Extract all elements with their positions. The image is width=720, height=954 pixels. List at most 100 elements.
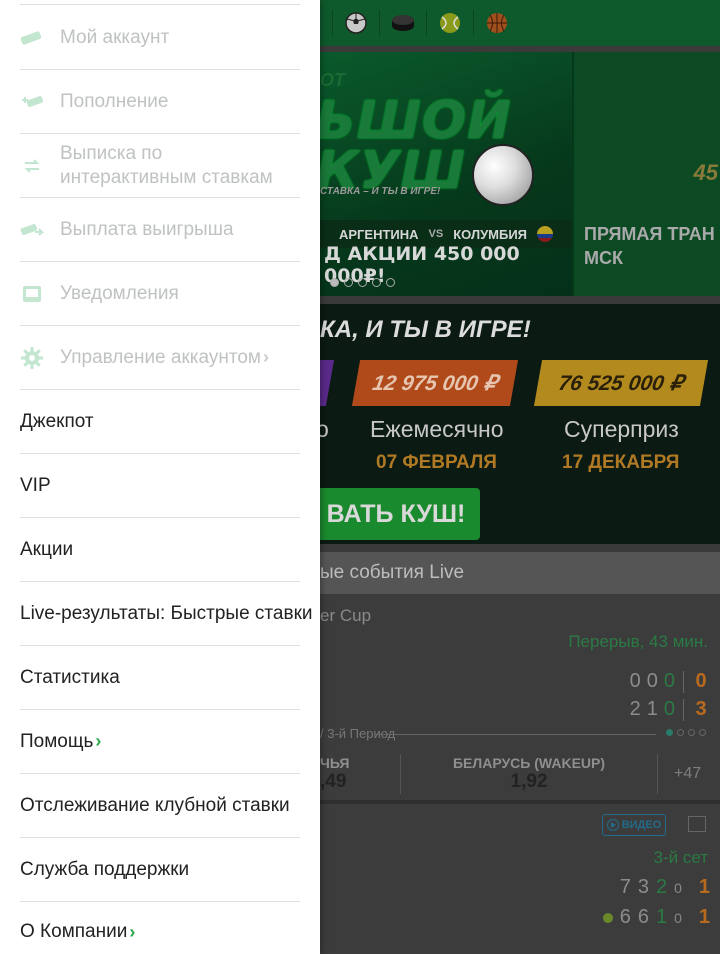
play-icon — [606, 819, 619, 831]
game-score: 0 — [674, 879, 682, 896]
menu-jackpot[interactable]: Джекпот — [20, 390, 300, 454]
side-drawer: Мой аккаунт Пополнение Выписка по интера… — [0, 0, 320, 954]
odd-name: ЧЬЯ — [320, 755, 350, 771]
odds-row: ЧЬЯ ,49 БЕЛАРУСЬ (WAKEUP) 1,92 +47 — [320, 748, 720, 800]
monthly-amount-text: 12 975 000 ₽ — [370, 371, 500, 395]
set-score: 6 — [637, 906, 649, 928]
menu-withdraw[interactable]: Выплата выигрыша — [20, 198, 300, 262]
team1-name: АРГЕНТИНА — [338, 226, 419, 242]
field-icon[interactable] — [688, 816, 706, 832]
sets-total: 1 — [698, 906, 710, 928]
tennis-ball-icon[interactable] — [437, 10, 463, 36]
statement-icon — [20, 154, 44, 178]
menu-bet-statement[interactable]: Выписка по интерактивным ставкам — [20, 134, 300, 198]
carousel-dot[interactable] — [372, 278, 381, 287]
team2-name: КОЛУМБИЯ — [453, 226, 528, 242]
monthly-date: 07 ФЕВРАЛЯ — [376, 452, 497, 473]
menu-help[interactable]: Помощь › — [20, 710, 300, 774]
menu-club-bet-tracking[interactable]: Отслеживание клубной ставки — [20, 774, 300, 838]
score-cell: 0 — [646, 670, 658, 692]
market-dot[interactable] — [666, 729, 673, 736]
jackpot-title: КА, И ТЫ В ИГРЕ! — [320, 316, 531, 343]
menu-label: Отслеживание клубной ставки — [20, 794, 290, 816]
menu-live-results[interactable]: Live-результаты: Быстрые ставки — [20, 582, 313, 646]
sport-tabs — [320, 0, 720, 46]
market-dot[interactable] — [699, 729, 706, 736]
score-total: 3 — [695, 698, 707, 720]
monthly-label: Ежемесячно — [370, 416, 504, 442]
video-button[interactable]: ВИДЕО — [602, 814, 666, 836]
video-label: ВИДЕО — [621, 819, 662, 831]
side-slide-title: ПРЯМАЯ ТРАН МСК — [584, 224, 715, 268]
score-cell: 2 — [629, 698, 641, 720]
carousel-dot[interactable] — [358, 278, 367, 287]
menu-label: Live-результаты: Быстрые ставки — [20, 602, 313, 624]
score-row: 2 1 0 3 — [630, 698, 710, 721]
chevron-right-icon: › — [262, 347, 269, 367]
left-label-fragment: о — [320, 416, 329, 442]
set-score: 3 — [637, 876, 649, 898]
score-cell: 0 — [663, 670, 675, 692]
set-score: 1 — [655, 906, 668, 928]
live-events-list: er Cup Перерыв, 43 мин. 0 0 0 0 2 1 0 3 … — [320, 594, 720, 954]
more-markets-button[interactable]: +47 — [658, 748, 701, 800]
promo-slide-next[interactable]: 45 ПРЯМАЯ ТРАН МСК — [574, 52, 720, 296]
carousel-dot[interactable] — [386, 278, 395, 287]
promo-slide-main[interactable]: ОТ ЬШОЙ КУШ СТАВКА – И ТЫ В ИГРЕ! АРГЕНТ… — [320, 52, 572, 296]
sets-total: 1 — [698, 876, 710, 898]
odd-button-2[interactable]: БЕЛАРУСЬ (WAKEUP) 1,92 — [401, 748, 657, 800]
menu-label: Управление аккаунтом — [60, 346, 261, 368]
menu-vip[interactable]: VIP — [20, 454, 300, 518]
menu-notifications[interactable]: Уведомления — [20, 262, 300, 326]
menu-label: Статистика — [20, 666, 120, 688]
tennis-score-row: 6 6 1 0 1 — [602, 906, 710, 929]
carousel-dot[interactable] — [330, 278, 339, 287]
chevron-right-icon: › — [129, 921, 136, 942]
menu-label: Пополнение — [60, 90, 169, 112]
tab-separator — [379, 10, 380, 36]
market-dots — [666, 729, 706, 736]
menu-account-settings[interactable]: Управление аккаунтом › — [20, 326, 300, 390]
score-cell: 0 — [663, 698, 675, 720]
basketball-icon[interactable] — [484, 10, 510, 36]
menu-label: VIP — [20, 474, 51, 496]
menu-about[interactable]: О Компании › — [20, 902, 300, 954]
jackpot-banner[interactable]: КА, И ТЫ В ИГРЕ! 12 975 000 ₽ 76 525 000… — [320, 304, 720, 544]
menu-promotions[interactable]: Акции — [20, 518, 300, 582]
event-divider — [320, 800, 720, 804]
carousel-dot[interactable] — [344, 278, 353, 287]
menu-label: Мой аккаунт — [60, 26, 170, 48]
menu-label: Уведомления — [60, 282, 179, 304]
hockey-puck-icon[interactable] — [390, 10, 416, 36]
market-dot[interactable] — [677, 729, 684, 736]
market-dot[interactable] — [688, 729, 695, 736]
vs-label: VS — [428, 228, 444, 240]
promo-carousel[interactable]: ОТ ЬШОЙ КУШ СТАВКА – И ТЫ В ИГРЕ! АРГЕНТ… — [320, 52, 720, 296]
deposit-icon — [20, 90, 44, 114]
score-row: 0 0 0 0 — [630, 670, 710, 693]
period-divider — [376, 734, 656, 735]
tennis-score-row: 7 3 2 0 1 — [620, 876, 710, 899]
menu-statistics[interactable]: Статистика — [20, 646, 300, 710]
gear-icon — [20, 346, 44, 370]
tab-separator — [473, 10, 474, 36]
jackpot-cta-button[interactable]: ВАТЬ КУШ! — [320, 488, 480, 540]
game-score: 0 — [674, 909, 682, 926]
menu-label: Выплата выигрыша — [60, 218, 234, 240]
menu-deposit[interactable]: Пополнение — [20, 70, 300, 134]
score-cell: 0 — [629, 670, 641, 692]
drawer-top-divider — [20, 4, 300, 5]
menu-label: Помощь — [20, 730, 94, 752]
menu-my-account[interactable]: Мой аккаунт — [20, 6, 300, 70]
live-events-header[interactable]: ые события Live — [320, 552, 720, 594]
menu-label: Джекпот — [20, 410, 94, 432]
menu-support[interactable]: Служба поддержки — [20, 838, 300, 902]
set-score: 2 — [655, 876, 668, 898]
monthly-amount: 12 975 000 ₽ — [351, 360, 519, 406]
soccer-ball-icon[interactable] — [343, 10, 369, 36]
odd-value: 1,92 — [510, 771, 548, 792]
set-score: 6 — [619, 906, 631, 928]
menu-label: О Компании — [20, 921, 128, 942]
odd-button-1[interactable]: ЧЬЯ ,49 — [320, 748, 400, 800]
soccer-ball-image — [472, 144, 534, 206]
